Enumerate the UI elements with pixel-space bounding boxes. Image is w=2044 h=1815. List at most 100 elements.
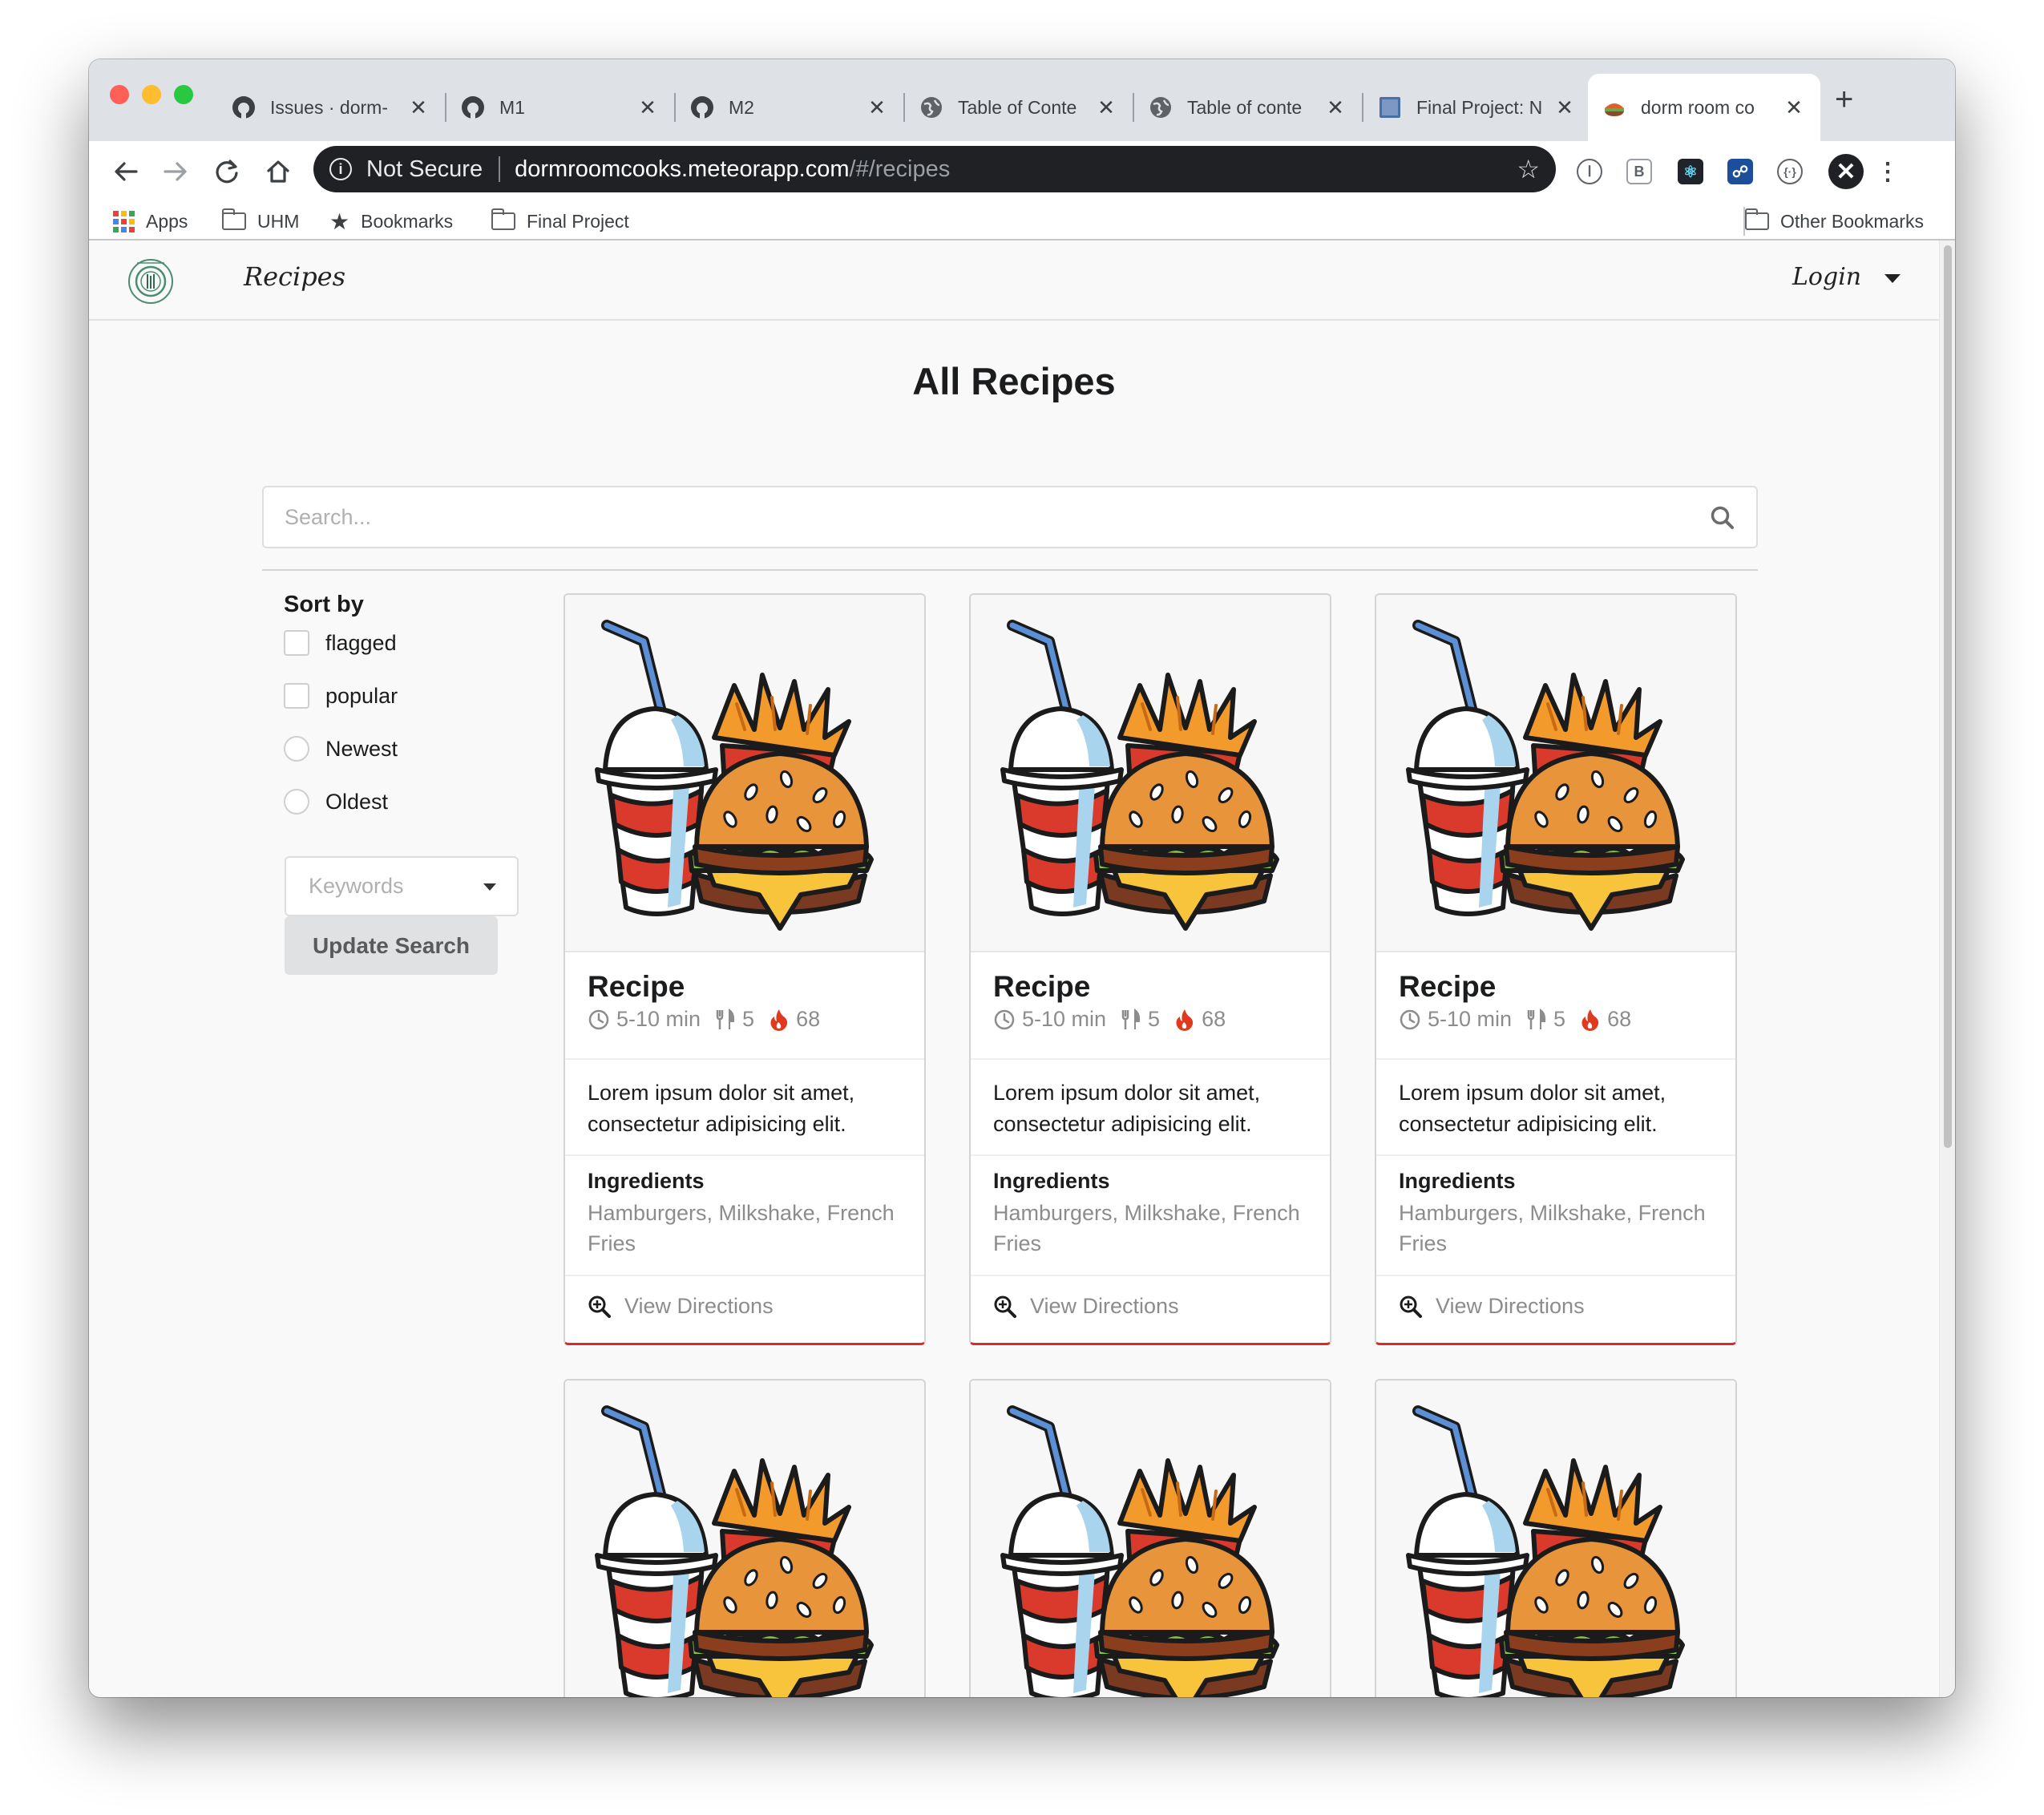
card-divider [565,1154,924,1156]
close-window-button[interactable] [110,85,129,104]
x-extension-icon[interactable]: ✕ [1828,154,1864,189]
recipe-image [971,1380,1330,1697]
fire-icon [1580,1008,1601,1032]
popular-checkbox[interactable] [284,683,309,709]
fire-icon [1174,1008,1195,1032]
site-logo[interactable] [126,257,176,306]
tab-dorm-room-cooks[interactable]: dorm room co ✕ [1588,74,1820,141]
minimize-window-button[interactable] [142,85,161,104]
sort-option-oldest[interactable]: Oldest [284,787,388,816]
address-bar[interactable]: i Not Secure dormroomcooks.meteorapp.com… [313,146,1556,192]
recipe-servings: 5 [1553,1007,1566,1031]
recipe-name[interactable]: Recipe [1399,970,1496,1004]
maximize-window-button[interactable] [174,85,193,104]
recipe-card[interactable] [969,1379,1331,1697]
react-devtools-icon[interactable]: ⚛ [1678,159,1703,184]
document-icon [1378,95,1402,119]
recipe-image [1376,595,1735,952]
oldest-radio[interactable] [284,789,309,815]
tab-final-project[interactable]: Final Project: N ✕ [1363,74,1591,141]
close-tab-icon[interactable]: ✕ [406,95,430,120]
json-viewer-icon[interactable]: {·} [1777,159,1803,184]
recipe-popularity: 68 [1202,1007,1226,1031]
recipe-name[interactable]: Recipe [588,970,685,1004]
url-text: dormroomcooks.meteorapp.com/#/recipes [515,156,950,183]
b-extension-icon[interactable]: B [1626,159,1652,184]
zoom-in-icon [1399,1295,1423,1319]
view-directions-link[interactable]: View Directions [1399,1294,1585,1319]
github-icon [461,95,485,119]
clock-icon [993,1009,1016,1031]
bookmark-star-icon[interactable]: ☆ [1517,154,1540,184]
bookmark-apps[interactable]: Apps [113,207,188,236]
recipe-image [565,595,924,952]
search-icon[interactable] [1708,503,1737,532]
close-tab-icon[interactable]: ✕ [1553,95,1577,120]
page-content: Recipes Login All Recipes Search... Sort… [89,241,1939,1697]
tab-m1[interactable]: M1 ✕ [446,74,674,141]
close-tab-icon[interactable]: ✕ [1782,95,1806,120]
chevron-down-icon[interactable] [1884,274,1901,283]
recipe-card[interactable]: Recipe 5-10 min 5 68 Lorem ipsum dolor s… [1375,593,1737,1345]
clock-icon [1399,1009,1421,1031]
recipe-name[interactable]: Recipe [993,970,1090,1004]
onepassword-extension-icon[interactable]: ⏽ [1577,159,1602,184]
bookmark-uhm[interactable]: UHM [221,207,299,236]
tab-m2[interactable]: M2 ✕ [676,74,903,141]
close-tab-icon[interactable]: ✕ [1094,95,1118,120]
ingredients-heading: Ingredients [588,1169,705,1193]
meteor-devtools-icon[interactable]: ☍ [1727,159,1753,184]
search-input[interactable]: Search... [262,486,1758,548]
nav-recipes-link[interactable]: Recipes [244,261,345,292]
github-icon [690,95,714,119]
bookmark-final-project[interactable]: Final Project [491,207,629,236]
card-divider [565,1275,924,1276]
zoom-in-icon [588,1295,612,1319]
burger-fries-drink-illustration [1000,1405,1279,1697]
ingredients-list: Hamburgers, Milkshake, French Fries [1399,1201,1706,1255]
sort-option-popular[interactable]: popular [284,681,398,710]
page-title: All Recipes [912,360,1116,402]
forward-icon[interactable] [156,152,195,191]
view-directions-link[interactable]: View Directions [993,1294,1179,1319]
sort-option-newest[interactable]: Newest [284,734,398,763]
github-icon [232,95,256,119]
recipe-card[interactable]: Recipe 5-10 min 5 68 Lorem ipsum dolor s… [564,593,926,1345]
recipe-card[interactable] [1375,1379,1737,1697]
recipe-meta: 5-10 min 5 68 [993,1007,1226,1032]
info-icon[interactable]: i [329,158,352,180]
sort-option-flagged[interactable]: flagged [284,629,397,657]
search-placeholder: Search... [285,504,372,529]
recipe-card[interactable]: Recipe 5-10 min 5 68 Lorem ipsum dolor s… [969,593,1331,1345]
close-tab-icon[interactable]: ✕ [1323,95,1347,120]
back-icon[interactable] [107,152,145,191]
bookmark-other-bookmarks[interactable]: Other Bookmarks [1744,207,1924,236]
menu-kebab-icon[interactable]: ⋮ [1875,159,1901,185]
bookmark-bookmarks[interactable]: ★ Bookmarks [329,207,453,236]
scrollbar-thumb[interactable] [1944,245,1952,1148]
clock-icon [588,1009,610,1031]
tab-table-of-contents-1[interactable]: Table of Conte ✕ [905,74,1133,141]
keywords-dropdown[interactable]: Keywords [285,856,519,916]
recipe-meta: 5-10 min 5 68 [1399,1007,1631,1032]
new-tab-button[interactable]: + [1835,83,1853,115]
recipe-description: Lorem ipsum dolor sit amet, consectetur … [1399,1081,1666,1136]
folder-icon [491,208,515,230]
folder-icon [1744,208,1769,230]
site-navbar: Recipes Login [89,241,1939,321]
newest-radio[interactable] [284,736,309,762]
burger-fries-drink-illustration [595,620,874,931]
page-scrollbar[interactable] [1939,241,1955,1697]
update-search-button[interactable]: Update Search [285,916,498,975]
reload-icon[interactable] [208,152,246,191]
home-icon[interactable] [259,152,297,191]
card-divider [1376,1058,1735,1060]
view-directions-link[interactable]: View Directions [588,1294,774,1319]
flagged-checkbox[interactable] [284,630,309,656]
tab-table-of-contents-2[interactable]: Table of conte ✕ [1134,74,1362,141]
login-dropdown[interactable]: Login [1792,263,1861,291]
tab-issues[interactable]: Issues · dorm- ✕ [217,74,445,141]
close-tab-icon[interactable]: ✕ [636,95,660,120]
close-tab-icon[interactable]: ✕ [865,95,889,120]
recipe-card[interactable] [564,1379,926,1697]
